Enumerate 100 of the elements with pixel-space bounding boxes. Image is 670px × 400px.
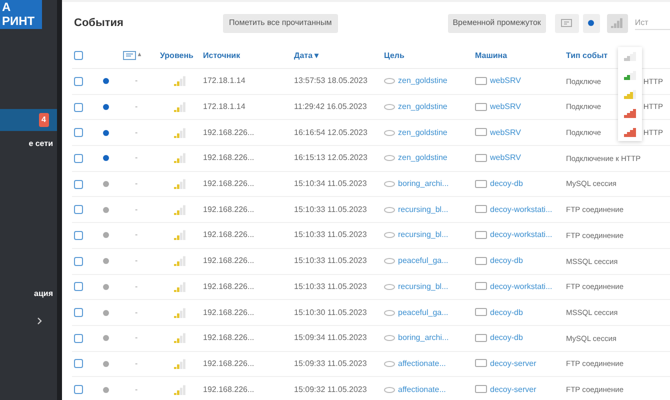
target-link[interactable]: recursing_bl... (398, 280, 448, 293)
sidebar-item[interactable]: ация (0, 283, 57, 305)
signal-icon (611, 18, 624, 28)
table-cell-text: 15:09:34 11.05.2023 (294, 332, 368, 344)
checkbox[interactable] (74, 128, 83, 138)
eye-icon (384, 78, 395, 84)
target-link[interactable]: peaceful_ga... (398, 255, 448, 268)
machine-link[interactable]: decoy-db (490, 306, 523, 319)
eye-icon (384, 206, 395, 213)
level-option[interactable] (624, 70, 636, 80)
table-cell-text: 192.168.226... (203, 384, 256, 396)
machine-link[interactable]: webSRV (490, 126, 521, 139)
count-badge: 4 (38, 113, 49, 127)
column-header[interactable]: Машина (475, 50, 566, 62)
checkbox[interactable] (74, 308, 83, 318)
eye-icon (384, 232, 395, 238)
comment-icon (123, 50, 136, 60)
machine-link[interactable]: decoy-db (490, 255, 523, 268)
time-range-button[interactable]: Временной промежуток (448, 14, 546, 32)
table-cell-text: 15:10:33 11.05.2023 (294, 204, 368, 216)
logo: А РИНТ (0, 0, 42, 29)
machine-link[interactable]: webSRV (490, 101, 521, 114)
column-header[interactable]: Тип событ (566, 50, 670, 62)
checkbox[interactable] (74, 282, 83, 292)
level-option[interactable] (624, 51, 636, 61)
table-cell-text: - (134, 306, 139, 319)
eye-icon (384, 386, 395, 393)
table-cell-text: - (134, 229, 139, 242)
signal-icon (174, 230, 186, 240)
table-cell-text: 172.18.1.14 (203, 75, 246, 88)
table-cell-text: 192.168.226... (203, 332, 256, 344)
level-option[interactable] (624, 127, 636, 137)
level-option[interactable] (624, 89, 636, 99)
table-cell-text: 13:57:53 18.05.2023 (294, 75, 368, 88)
machine-link[interactable]: decoy-db (490, 178, 523, 190)
target-link[interactable]: zen_goldstine (398, 75, 448, 88)
signal-icon (174, 358, 186, 369)
checkbox[interactable] (74, 154, 83, 163)
checkbox[interactable] (74, 385, 83, 394)
monitor-icon (475, 76, 487, 86)
signal-icon (174, 256, 186, 266)
machine-link[interactable]: decoy-db (490, 332, 523, 344)
monitor-icon (475, 282, 487, 292)
target-link[interactable]: affectionate... (398, 358, 446, 370)
checkbox[interactable] (74, 359, 83, 368)
monitor-icon (475, 359, 487, 368)
checkbox[interactable] (74, 102, 83, 112)
sidebar-item[interactable]: 4 (0, 109, 57, 131)
target-link[interactable]: boring_archi... (398, 332, 449, 344)
checkbox[interactable] (74, 51, 83, 60)
unread-filter-button[interactable] (582, 14, 600, 32)
target-link[interactable]: zen_goldstine (398, 101, 448, 114)
target-link[interactable]: affectionate... (398, 384, 446, 396)
chevron-right-icon[interactable] (37, 317, 42, 325)
column-header[interactable]: Уровень (160, 50, 203, 62)
monitor-icon (475, 385, 487, 394)
table-cell-text: - (134, 152, 139, 164)
panel-title: События (73, 16, 124, 31)
level-option[interactable] (624, 108, 636, 118)
signal-icon (174, 282, 186, 292)
target-link[interactable]: zen_goldstine (398, 152, 448, 164)
column-header[interactable]: Источник (203, 50, 294, 62)
machine-link[interactable]: decoy-workstati... (490, 204, 552, 216)
monitor-icon (475, 102, 487, 112)
signal-icon (174, 333, 186, 344)
machine-link[interactable]: decoy-workstati... (490, 229, 552, 242)
mark-all-read-button[interactable]: Пометить все прочитанным (223, 14, 338, 32)
machine-link[interactable]: decoy-server (490, 384, 536, 396)
search-field[interactable]: Ист (634, 16, 670, 30)
machine-link[interactable]: webSRV (490, 75, 521, 88)
column-header[interactable]: Цель (384, 50, 475, 62)
table-cell-text: 15:10:33 11.05.2023 (294, 280, 368, 293)
monitor-icon (475, 256, 487, 266)
signal-icon (174, 204, 186, 215)
checkbox[interactable] (74, 180, 83, 189)
table-cell-text: - (134, 178, 139, 190)
machine-link[interactable]: decoy-workstati... (490, 280, 552, 293)
column-header[interactable]: Дата ▾ (294, 50, 384, 62)
checkbox[interactable] (74, 205, 83, 214)
target-link[interactable]: recursing_bl... (398, 204, 448, 216)
machine-link[interactable]: decoy-server (490, 358, 536, 370)
eye-icon (384, 310, 395, 316)
table-cell-text: 15:10:33 11.05.2023 (294, 229, 368, 242)
table-cell-text: 192.168.226... (203, 126, 256, 139)
machine-link[interactable]: webSRV (490, 152, 521, 164)
sidebar-item[interactable]: е сети (0, 133, 57, 155)
checkbox[interactable] (74, 334, 83, 343)
sidebar-item-label: ация (34, 288, 53, 300)
level-filter-button[interactable] (606, 14, 628, 32)
target-link[interactable]: boring_archi... (398, 178, 449, 190)
table-cell-text: 16:16:54 12.05.2023 (294, 126, 368, 139)
checkbox[interactable] (74, 76, 83, 86)
table-cell-text: 192.168.226... (203, 229, 256, 242)
target-link[interactable]: recursing_bl... (398, 229, 448, 242)
target-link[interactable]: peaceful_ga... (398, 306, 448, 319)
table-cell-text: 11:29:42 16.05.2023 (294, 101, 368, 114)
checkbox[interactable] (74, 256, 83, 266)
monitor-icon (475, 230, 487, 240)
target-link[interactable]: zen_goldstine (398, 126, 448, 139)
checkbox[interactable] (74, 230, 83, 240)
